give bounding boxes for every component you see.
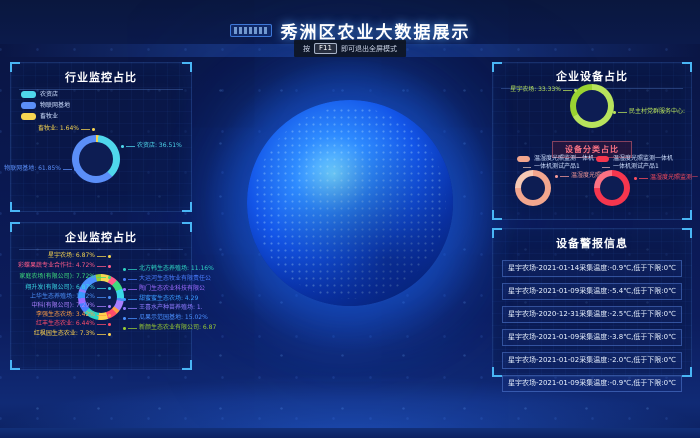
pie-label: 陶门生态农业科技有限公 xyxy=(123,286,205,292)
legend-swatch xyxy=(21,91,36,98)
pie-label: 王喜水产种苗养殖场: 1. xyxy=(123,305,203,311)
panel-title: 设备警报信息 xyxy=(501,229,683,255)
legend-label: 畜牧业 xyxy=(40,114,58,120)
dashboard: 秀洲区农业大数据展示 按 F11 即可退出全屏模式 行业监控占比 农资店 物联网… xyxy=(0,0,700,438)
pie-label: 红枫园生态农业: 7.3% xyxy=(34,331,111,337)
corner-decoration xyxy=(492,62,502,72)
pie-label: 彩蝶果蔬专业合作社: 4.72% xyxy=(18,263,111,269)
corner-decoration xyxy=(492,210,502,220)
pie-label: 李强生态农场: 3.42% xyxy=(36,312,111,318)
pie-label: 甜蜜蜜生态农场: 4.29 xyxy=(123,296,198,302)
pie-label: 温湿度光照监测一 xyxy=(634,175,698,181)
pie-label: 民主村党群服务中心: xyxy=(613,109,685,115)
pie-label: 红丰生态农业: 6.44% xyxy=(36,321,111,327)
legend-label: 温湿度光照监测一体机 xyxy=(613,156,673,162)
legend-item[interactable]: 畜牧业 xyxy=(21,113,70,120)
pie-label: 北方韩生态养殖场: 11.16% xyxy=(123,266,214,272)
legend-item[interactable]: 温湿度光照监测一体机 xyxy=(517,156,594,162)
pie-label: 农资店: 36.51% xyxy=(121,143,182,149)
pie-label: 瓜果示范园基地: 15.02% xyxy=(123,315,208,321)
corner-decoration xyxy=(682,228,692,238)
pie-label: 物联网基地: 61.85% xyxy=(4,166,77,172)
corner-decoration xyxy=(492,367,502,377)
industry-donut-chart[interactable] xyxy=(72,135,120,183)
device-ratio-panel: 企业设备占比 星宇农场: 33.33% 民主村党群服务中心: 设备分类占比 温湿… xyxy=(492,62,692,220)
corner-decoration xyxy=(492,228,502,238)
pie-label: 新颜生态农业有限公司: 6.87 xyxy=(123,325,216,331)
pie-label: 翔升发(有限公司): 6.87% xyxy=(25,285,111,291)
alarm-row: 星宇农场-2021-01-09采集温度:-3.8℃,低于下限:0℃ xyxy=(502,329,682,346)
legend-swatch xyxy=(596,156,609,162)
legend-item[interactable]: 物联网基地 xyxy=(21,102,70,109)
pie-label: 畜牧业: 1.64% xyxy=(38,126,95,132)
device-alarm-panel: 设备警报信息 星宇农场-2021-01-14采集温度:-0.9℃,低于下限:0℃… xyxy=(492,228,692,377)
legend-item[interactable]: 农资店 xyxy=(21,91,70,98)
fullscreen-hint-toast: 按 F11 即可退出全屏模式 xyxy=(294,40,406,57)
alarm-row: 星宇农场-2021-01-09采集温度:-5.4℃,低于下限:0℃ xyxy=(502,283,682,300)
panel-title: 企业监控占比 xyxy=(19,223,183,250)
category-donut-chart-left[interactable] xyxy=(515,170,551,206)
globe-graphic xyxy=(247,100,453,306)
corner-decoration xyxy=(10,360,20,370)
legend-swatch xyxy=(517,156,530,162)
f11-keycap: F11 xyxy=(314,43,337,54)
legend-item[interactable]: 温湿度光照监测一体机 xyxy=(596,156,673,162)
pie-label: 中科(有限公司): 7.29% xyxy=(31,303,111,309)
legend-swatch xyxy=(21,113,36,120)
corner-decoration xyxy=(182,62,192,72)
legend-label: 农资店 xyxy=(40,92,58,98)
pie-label: 星宇农场: 33.33% xyxy=(510,87,577,93)
corner-decoration xyxy=(10,62,20,72)
pie-label: 大运河生态牧业有限责任公 xyxy=(123,276,211,282)
enterprise-monitor-panel: 企业监控占比 星宇农场: 6.87% 彩蝶果蔬专业合作社: 4.72% 家庭农场… xyxy=(10,222,192,370)
pie-label: 家庭农场(有限公司): 7.72% xyxy=(19,274,111,280)
corner-decoration xyxy=(10,202,20,212)
corner-decoration xyxy=(682,367,692,377)
corner-decoration xyxy=(10,222,20,232)
footer-strip xyxy=(0,428,700,438)
legend-swatch xyxy=(21,102,36,109)
corner-decoration xyxy=(182,222,192,232)
logo-badge-icon xyxy=(230,24,272,37)
alarm-row: 星宇农场-2021-01-02采集温度:-2.0℃,低于下限:0℃ xyxy=(502,352,682,369)
corner-decoration xyxy=(682,62,692,72)
alarm-list: 星宇农场-2021-01-14采集温度:-0.9℃,低于下限:0℃ 星宇农场-2… xyxy=(493,255,691,392)
pie-label: 上华生态养殖场: 1.72% xyxy=(30,294,111,300)
legend-label: 温湿度光照监测一体机 xyxy=(534,156,594,162)
alarm-row: 星宇农场-2021-01-09采集温度:-0.9℃,低于下限:0℃ xyxy=(502,375,682,392)
category-donut-chart-right[interactable] xyxy=(594,170,630,206)
panel-title: 行业监控占比 xyxy=(19,63,183,90)
corner-decoration xyxy=(682,210,692,220)
hint-suffix: 即可退出全屏模式 xyxy=(341,44,397,54)
corner-decoration xyxy=(182,202,192,212)
industry-monitor-panel: 行业监控占比 农资店 物联网基地 畜牧业 畜牧业: 1.64% 农资店: 36.… xyxy=(10,62,192,212)
alarm-row: 星宇农场-2020-12-31采集温度:-2.5℃,低于下限:0℃ xyxy=(502,306,682,323)
hint-prefix: 按 xyxy=(303,44,310,54)
industry-legend: 农资店 物联网基地 畜牧业 xyxy=(21,91,70,124)
corner-decoration xyxy=(182,360,192,370)
alarm-row: 星宇农场-2021-01-14采集温度:-0.9℃,低于下限:0℃ xyxy=(502,260,682,277)
legend-label: 物联网基地 xyxy=(40,103,70,109)
pie-label: 星宇农场: 6.87% xyxy=(48,253,111,259)
globe-shading xyxy=(247,100,453,306)
